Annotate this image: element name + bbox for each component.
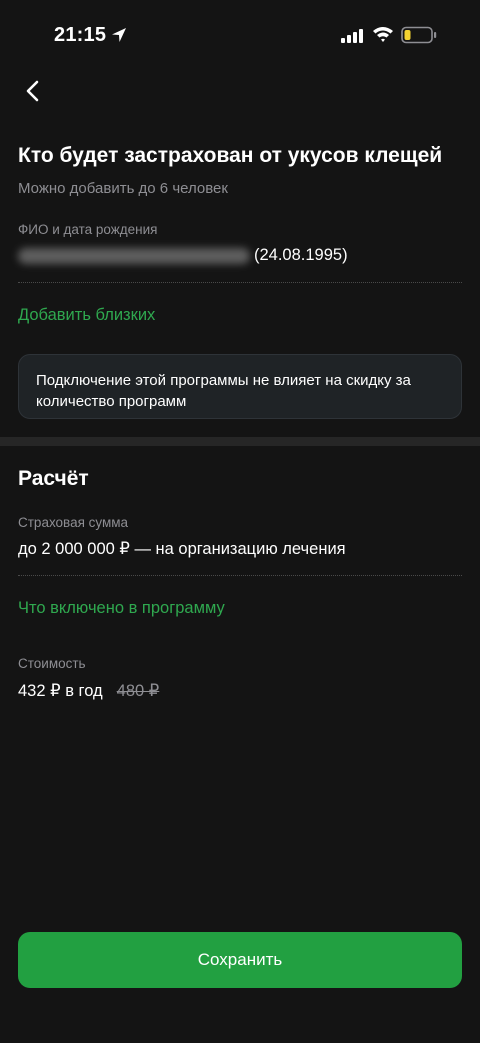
status-time: 21:15 [54,24,107,46]
location-arrow-icon [112,28,126,42]
divider [18,282,462,283]
insured-person-value[interactable]: (24.08.1995) [18,246,348,265]
save-button[interactable]: Сохранить [18,932,462,988]
add-relatives-link[interactable]: Добавить близких [18,306,155,325]
cost-value: 432 ₽ в год 480 ₽ [18,681,159,701]
current-price: 432 ₽ в год [18,682,103,700]
blurred-full-name [18,247,250,264]
battery-icon [401,26,437,44]
fio-label: ФИО и дата рождения [18,222,158,237]
divider [18,575,462,576]
old-price: 480 ₽ [116,682,160,700]
calculation-section-title: Расчёт [18,467,89,490]
insured-section-title: Кто будет застрахован от укусов клещей [18,144,443,167]
program-details-link[interactable]: Что включено в программу [18,599,225,618]
cost-label: Стоимость [18,656,86,671]
back-chevron-icon[interactable] [18,76,48,106]
wifi-icon [373,27,393,42]
insurance-sum-label: Страховая сумма [18,515,129,530]
section-separator [0,437,480,446]
cellular-signal-icon [341,29,363,43]
status-bar: 21:15 [0,0,480,70]
birth-date: (24.08.1995) [254,246,348,264]
discount-notice-card: Подключение этой программы не влияет на … [18,354,462,419]
insurance-sum-value: до 2 000 000 ₽ — на организацию лечения [18,540,346,558]
screen: 21:15 Кто будет застрахован от укусов кл… [0,0,480,1043]
insured-subtitle: Можно добавить до 6 человек [18,180,228,197]
